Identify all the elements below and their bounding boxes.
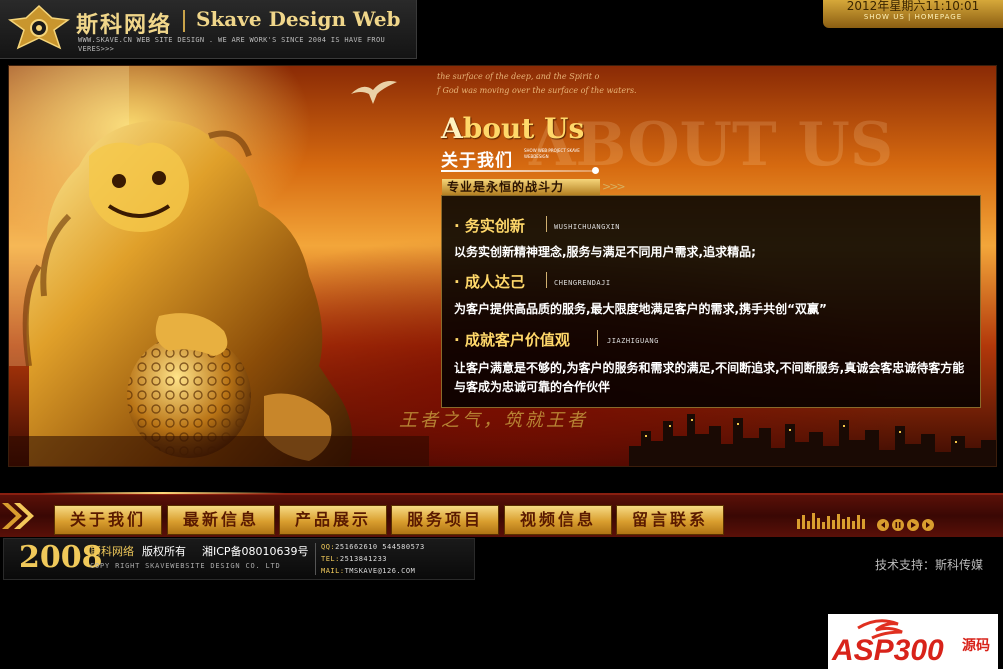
header: 斯科网络 Skave Design Web WWW.SKAVE.CN WEB S… xyxy=(0,0,1003,59)
hero-banner: the surface of the deep, and the Spirit … xyxy=(8,65,997,467)
section-text-innovation: 以务实创新精神理念,服务与满足不同用户需求,追求精品; xyxy=(454,245,756,259)
about-underline-dot xyxy=(592,167,599,174)
play-icon[interactable] xyxy=(907,519,919,531)
datetime-display: 2012年星期六11:10:01 xyxy=(846,0,980,13)
footer-copyright-en: COPY RIGHT SKAVEWEBSITE DESIGN CO. LTD xyxy=(90,562,281,570)
values-panel: · 务实创新 WUSHICHUANGXIN 以务实创新精神理念,服务与满足不同用… xyxy=(441,195,981,408)
double-chevron-right-icon xyxy=(2,503,34,529)
footer-icp-license[interactable]: 湘ICP备08010639号 xyxy=(202,543,309,559)
forward-icon[interactable] xyxy=(922,519,934,531)
tech-support-text: 技术支持：斯科传媒 xyxy=(875,558,984,572)
slogan-bar: 专业是永恒的战斗力 xyxy=(442,179,600,196)
golden-lion-statue-image xyxy=(9,66,429,466)
about-us-small-caption: SHOW WEB PROJECT SKAVE WEBDESIGN xyxy=(524,148,580,159)
asp300-suffix-text: 源码 xyxy=(962,637,990,654)
nav-videos[interactable]: 视频信息 xyxy=(504,505,612,535)
mail-label: MAIL: xyxy=(321,567,345,575)
footer-tel: TEL:2513841233 xyxy=(321,555,387,563)
section-divider xyxy=(597,330,598,346)
about-underline xyxy=(441,170,596,172)
footer-brand: 斯科网络 xyxy=(90,545,134,558)
section-subtitle-mutual-success: CHENGRENDAJI xyxy=(554,279,611,287)
tel-value: 2513841233 xyxy=(339,555,388,563)
nav-highlight-line xyxy=(40,492,285,494)
logo-chinese-name: 斯科网络 xyxy=(76,12,173,38)
nav-contact[interactable]: 留言联系 xyxy=(616,505,724,535)
nav-latest-news[interactable]: 最新信息 xyxy=(167,505,275,535)
logo-emblem-icon xyxy=(8,4,70,50)
rewind-icon[interactable] xyxy=(877,519,889,531)
logo-english-name: Skave Design Web xyxy=(196,7,401,31)
nav-services[interactable]: 服务项目 xyxy=(391,505,499,535)
qq-value: 251662610 544580573 xyxy=(335,543,425,551)
logo-tagline: WWW.SKAVE.CN WEB SITE DESIGN . WE ARE WO… xyxy=(78,36,385,53)
section-title-innovation: · 务实创新 xyxy=(454,217,525,235)
footer-mail: MAIL:TMSKAVE@126.COM xyxy=(321,567,415,575)
banner-sky-text: the surface of the deep, and the Spirit … xyxy=(437,70,697,98)
qq-label: QQ: xyxy=(321,543,336,551)
asp300-watermark-logo: ASP300 源码 xyxy=(828,614,998,669)
section-title-mutual-success: · 成人达己 xyxy=(454,273,525,291)
logo-divider xyxy=(183,10,185,32)
top-link-divider: | xyxy=(908,13,912,21)
footer-info: 2008 斯科网络 版权所有 湘ICP备08010639号 COPY RIGHT… xyxy=(3,538,475,580)
sky-line-1: the surface of the deep, and the Spirit … xyxy=(437,72,600,81)
section-divider xyxy=(546,272,547,288)
calligraphy-watermark: 王者之气，筑就王者 xyxy=(399,410,588,431)
show-us-link[interactable]: SHOW US xyxy=(864,13,905,21)
sky-line-2: f God was moving over the surface of the… xyxy=(437,86,637,95)
logo-area[interactable]: 斯科网络 Skave Design Web WWW.SKAVE.CN WEB S… xyxy=(0,0,417,59)
nav-about-us[interactable]: 关于我们 xyxy=(54,505,162,535)
media-controls xyxy=(877,519,934,531)
city-skyline-image xyxy=(629,414,996,466)
clock-panel: 2012年星期六11:10:01 SHOW US | HOMEPAGE xyxy=(823,0,1003,28)
main-navigation: 关于我们 最新信息 产品展示 服务项目 视频信息 留言联系 xyxy=(0,492,1003,537)
about-us-chinese-title: 关于我们 xyxy=(441,151,513,171)
footer-rights: 版权所有 xyxy=(142,545,186,558)
section-subtitle-innovation: WUSHICHUANGXIN xyxy=(554,223,621,231)
tel-label: TEL: xyxy=(321,555,340,563)
section-title-customer-value: · 成就客户价值观 xyxy=(454,331,570,349)
section-subtitle-customer-value: JIAZHIGUANG xyxy=(607,337,659,345)
section-text-customer-value: 让客户满意是不够的,为客户的服务和需求的满足,不间断追求,不间断服务,真诚会客忠… xyxy=(454,361,965,394)
equalizer-icon xyxy=(797,513,865,529)
slogan-arrows-icon: >>> xyxy=(602,180,626,193)
top-links: SHOW US | HOMEPAGE xyxy=(823,13,1003,21)
footer-divider xyxy=(315,543,316,575)
footer-qq: QQ:251662610 544580573 xyxy=(321,543,425,551)
pause-icon[interactable] xyxy=(892,519,904,531)
homepage-link[interactable]: HOMEPAGE xyxy=(915,13,963,21)
nav-products[interactable]: 产品展示 xyxy=(279,505,387,535)
section-text-mutual-success: 为客户提供高品质的服务,最大限度地满足客户的需求,携手共创“双赢” xyxy=(454,302,827,316)
section-divider xyxy=(546,216,547,232)
about-us-title: About Us xyxy=(441,112,585,145)
mail-value[interactable]: TMSKAVE@126.COM xyxy=(345,567,416,575)
asp300-brand-text: ASP300 xyxy=(831,634,944,667)
